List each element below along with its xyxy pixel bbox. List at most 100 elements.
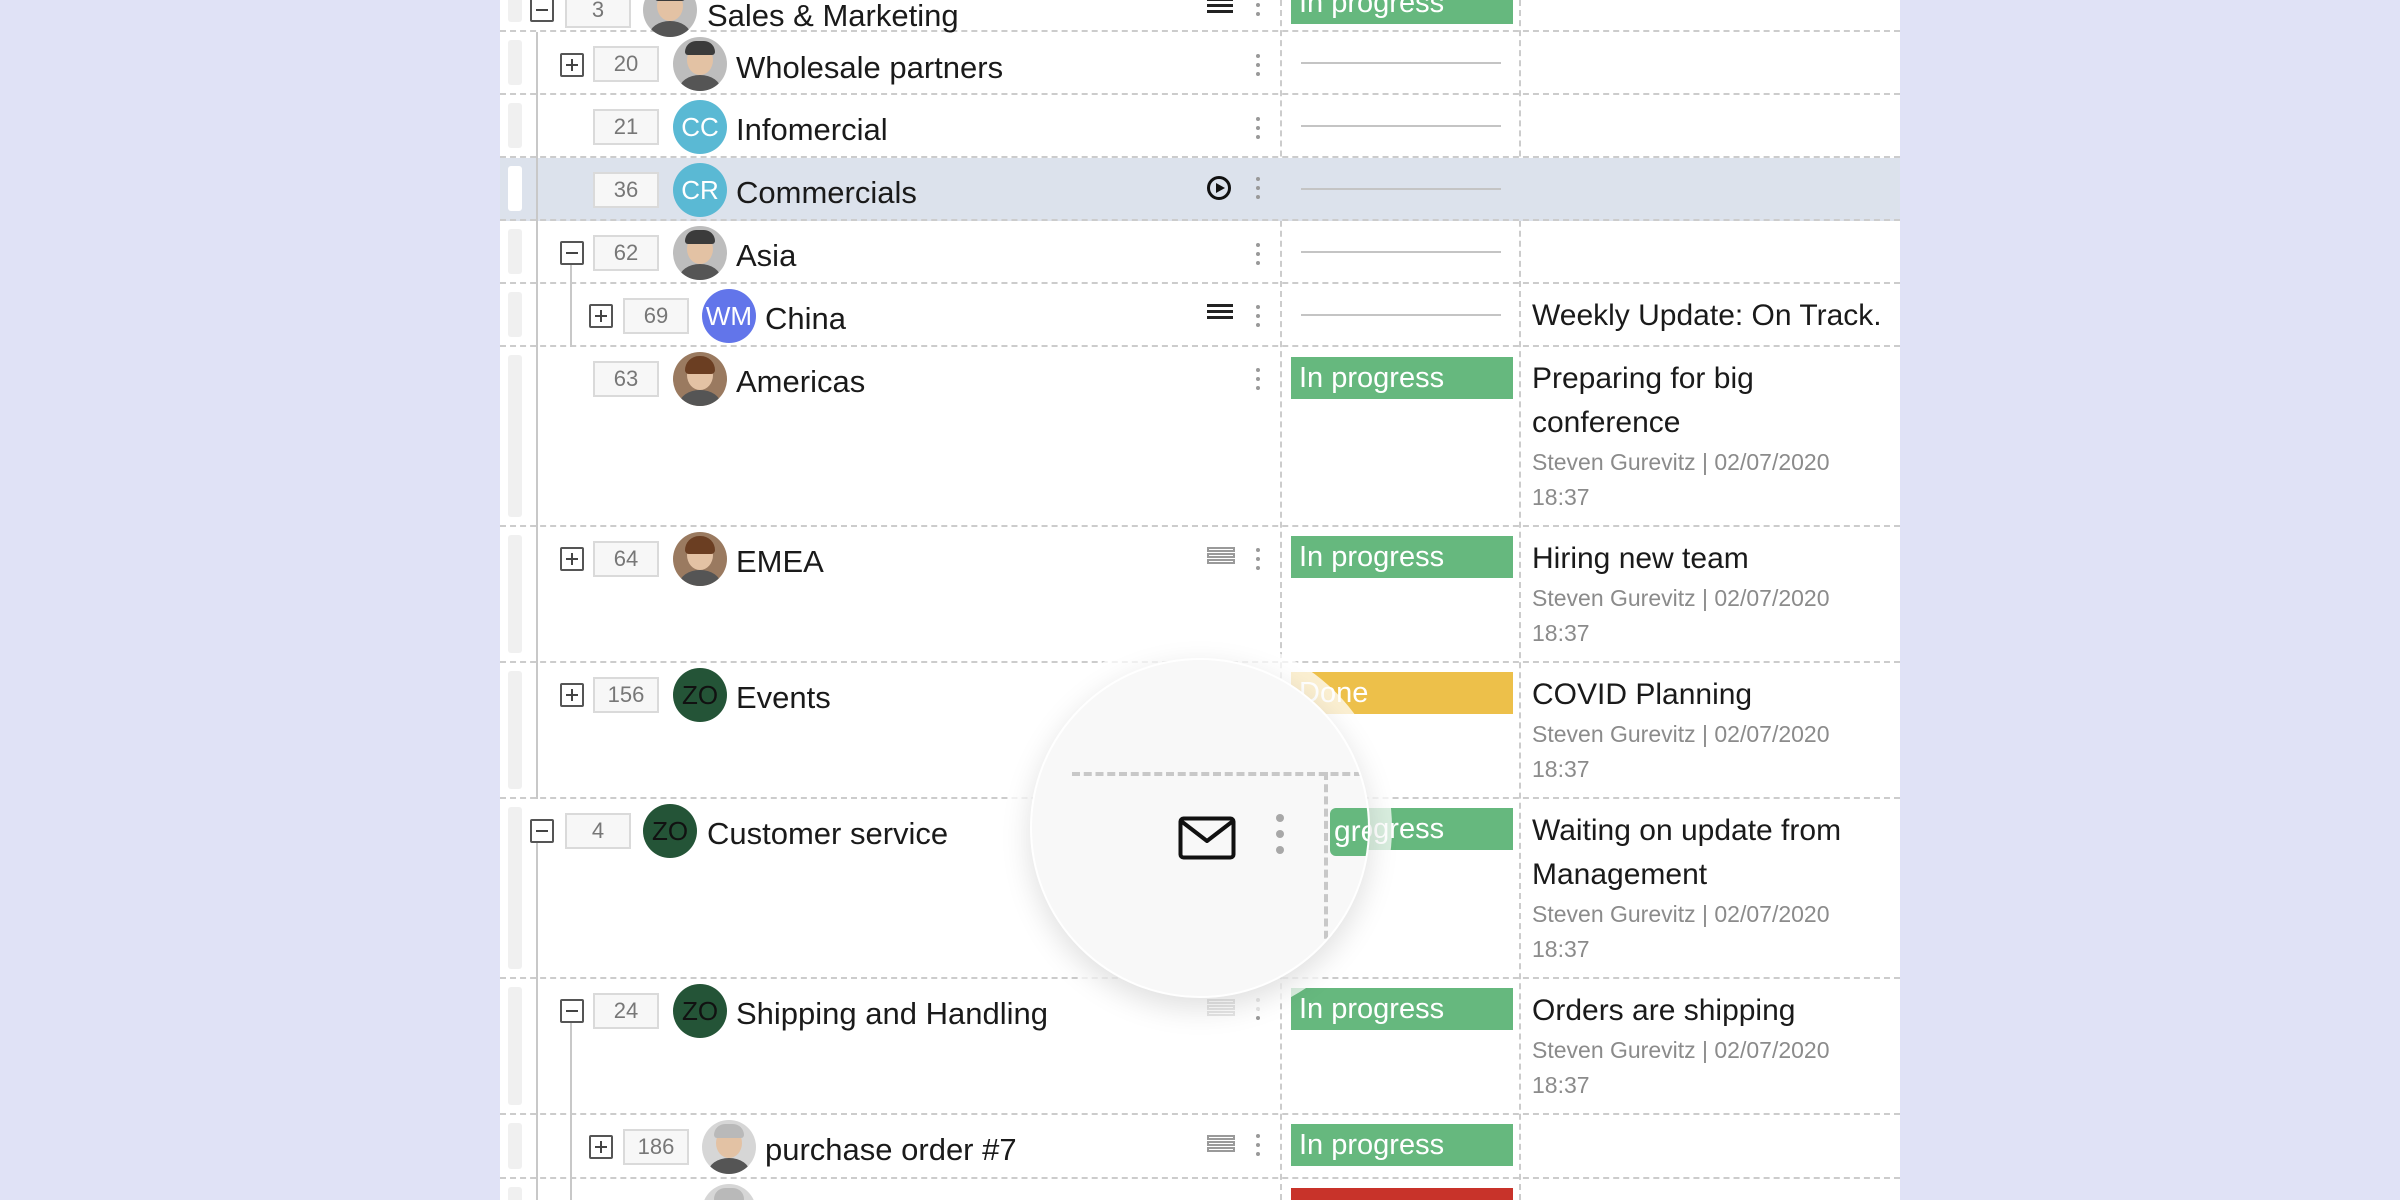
status-badge[interactable]: In progress [1291,0,1513,24]
collapse-toggle[interactable] [530,0,554,22]
drag-handle[interactable] [508,292,522,337]
tree-connector [536,843,538,979]
task-name[interactable]: Asia [736,238,796,274]
update-meta: Steven Gurevitz | 02/07/2020 18:37 [1532,1037,1830,1098]
expand-toggle[interactable] [560,53,584,77]
table-row[interactable]: 24 ZO Shipping and Handling In progress … [500,979,1900,1115]
status-empty[interactable] [1301,125,1501,127]
row-id: 64 [593,541,659,577]
status-badge[interactable] [1291,1188,1513,1200]
row-menu-icon[interactable] [1256,177,1260,201]
drag-handle[interactable] [508,355,522,517]
collapse-toggle[interactable] [560,999,584,1023]
stack-icon[interactable] [1207,547,1235,571]
table-row[interactable]: 63 Americas In progress Preparing for bi… [500,347,1900,527]
update-meta: Steven Gurevitz | 02/07/2020 18:37 [1532,901,1830,962]
table-row[interactable] [500,1179,1900,1200]
table-row-selected[interactable]: 36 CR Commercials [500,158,1900,221]
task-name[interactable]: Wholesale partners [736,50,1003,86]
task-name[interactable]: Sales & Marketing [707,0,959,34]
table-row[interactable]: 20 Wholesale partners [500,32,1900,95]
table-row[interactable]: 186 purchase order #7 In progress [500,1115,1900,1179]
row-id: 63 [593,361,659,397]
avatar [673,226,727,280]
tree-connector [536,663,538,799]
drag-handle[interactable] [508,166,522,211]
latest-update[interactable]: Weekly Update: On Track. [1532,294,1892,338]
task-name[interactable]: Shipping and Handling [736,996,1048,1032]
expand-toggle[interactable] [589,304,613,328]
drag-handle[interactable] [508,671,522,789]
tree-connector [536,1179,538,1200]
drag-handle[interactable] [508,987,522,1105]
collapse-toggle[interactable] [560,241,584,265]
update-meta: Steven Gurevitz | 02/07/2020 18:37 [1532,449,1830,510]
status-empty[interactable] [1301,188,1501,190]
row-menu-icon[interactable] [1256,54,1260,78]
latest-update[interactable]: Hiring new team [1532,537,1892,581]
status-badge[interactable]: In progress [1291,357,1513,399]
row-menu-icon[interactable] [1256,1134,1260,1158]
status-empty[interactable] [1301,251,1501,253]
row-menu-icon[interactable] [1256,305,1260,329]
lines-icon[interactable] [1207,0,1233,20]
latest-update[interactable]: Preparing for big conference [1532,357,1892,445]
tree-connector [570,1115,572,1179]
avatar: WM [702,289,756,343]
table-row[interactable]: 69 WM China Weekly Update: On Track. [500,284,1900,347]
table-row[interactable]: 64 EMEA In progress Hiring new team Stev… [500,527,1900,663]
zoom-grid-line [1072,772,1362,776]
status-empty[interactable] [1301,314,1501,316]
stack-icon[interactable] [1207,999,1235,1023]
table-row[interactable]: 62 Asia [500,221,1900,284]
drag-handle[interactable] [508,1123,522,1169]
expand-toggle[interactable] [589,1135,613,1159]
drag-handle[interactable] [508,0,522,22]
status-badge[interactable]: In progress [1291,536,1513,578]
row-menu-icon[interactable] [1256,0,1260,18]
row-id: 69 [623,298,689,334]
status-empty[interactable] [1301,62,1501,64]
row-menu-icon[interactable] [1256,243,1260,267]
project-tree-table: 3 Sales & Marketing In progress 20 Whole… [500,0,1900,1200]
task-name[interactable]: Events [736,680,831,716]
lines-icon[interactable] [1207,304,1233,326]
row-menu-icon[interactable] [1256,998,1260,1022]
zoom-grid-line [1324,772,1328,996]
task-name[interactable]: EMEA [736,544,824,580]
task-name[interactable]: Commercials [736,175,917,211]
expand-toggle[interactable] [560,683,584,707]
task-name[interactable]: Customer service [707,816,948,852]
drag-handle[interactable] [508,40,522,85]
play-icon[interactable] [1207,176,1231,200]
drag-handle[interactable] [508,1187,522,1200]
stack-icon[interactable] [1207,1135,1235,1159]
update-meta: Steven Gurevitz | 02/07/2020 18:37 [1532,721,1830,782]
task-name[interactable]: Americas [736,364,865,400]
status-badge[interactable]: Done [1291,672,1513,714]
row-menu-icon[interactable] [1276,814,1284,856]
drag-handle[interactable] [508,535,522,653]
table-row[interactable]: 3 Sales & Marketing In progress [500,0,1900,37]
table-row[interactable]: 21 CC Infomercial [500,95,1900,158]
latest-update[interactable]: COVID Planning [1532,673,1892,717]
envelope-icon[interactable] [1178,816,1236,860]
task-name[interactable]: Infomercial [736,112,888,148]
collapse-toggle[interactable] [530,819,554,843]
latest-update[interactable]: Waiting on update from Management [1532,809,1892,897]
zoom-status-fragment: gress [1330,808,1368,856]
status-badge[interactable]: In progress [1291,1124,1513,1166]
tree-connector [536,284,538,347]
row-menu-icon[interactable] [1256,548,1260,572]
expand-toggle[interactable] [560,547,584,571]
row-menu-icon[interactable] [1256,368,1260,392]
row-id: 186 [623,1129,689,1165]
row-menu-icon[interactable] [1256,117,1260,141]
latest-update[interactable]: Orders are shipping [1532,989,1892,1033]
task-name[interactable]: China [765,301,846,337]
drag-handle[interactable] [508,807,522,969]
tree-connector [536,979,538,1115]
drag-handle[interactable] [508,229,522,274]
task-name[interactable]: purchase order #7 [765,1132,1017,1168]
drag-handle[interactable] [508,103,522,148]
